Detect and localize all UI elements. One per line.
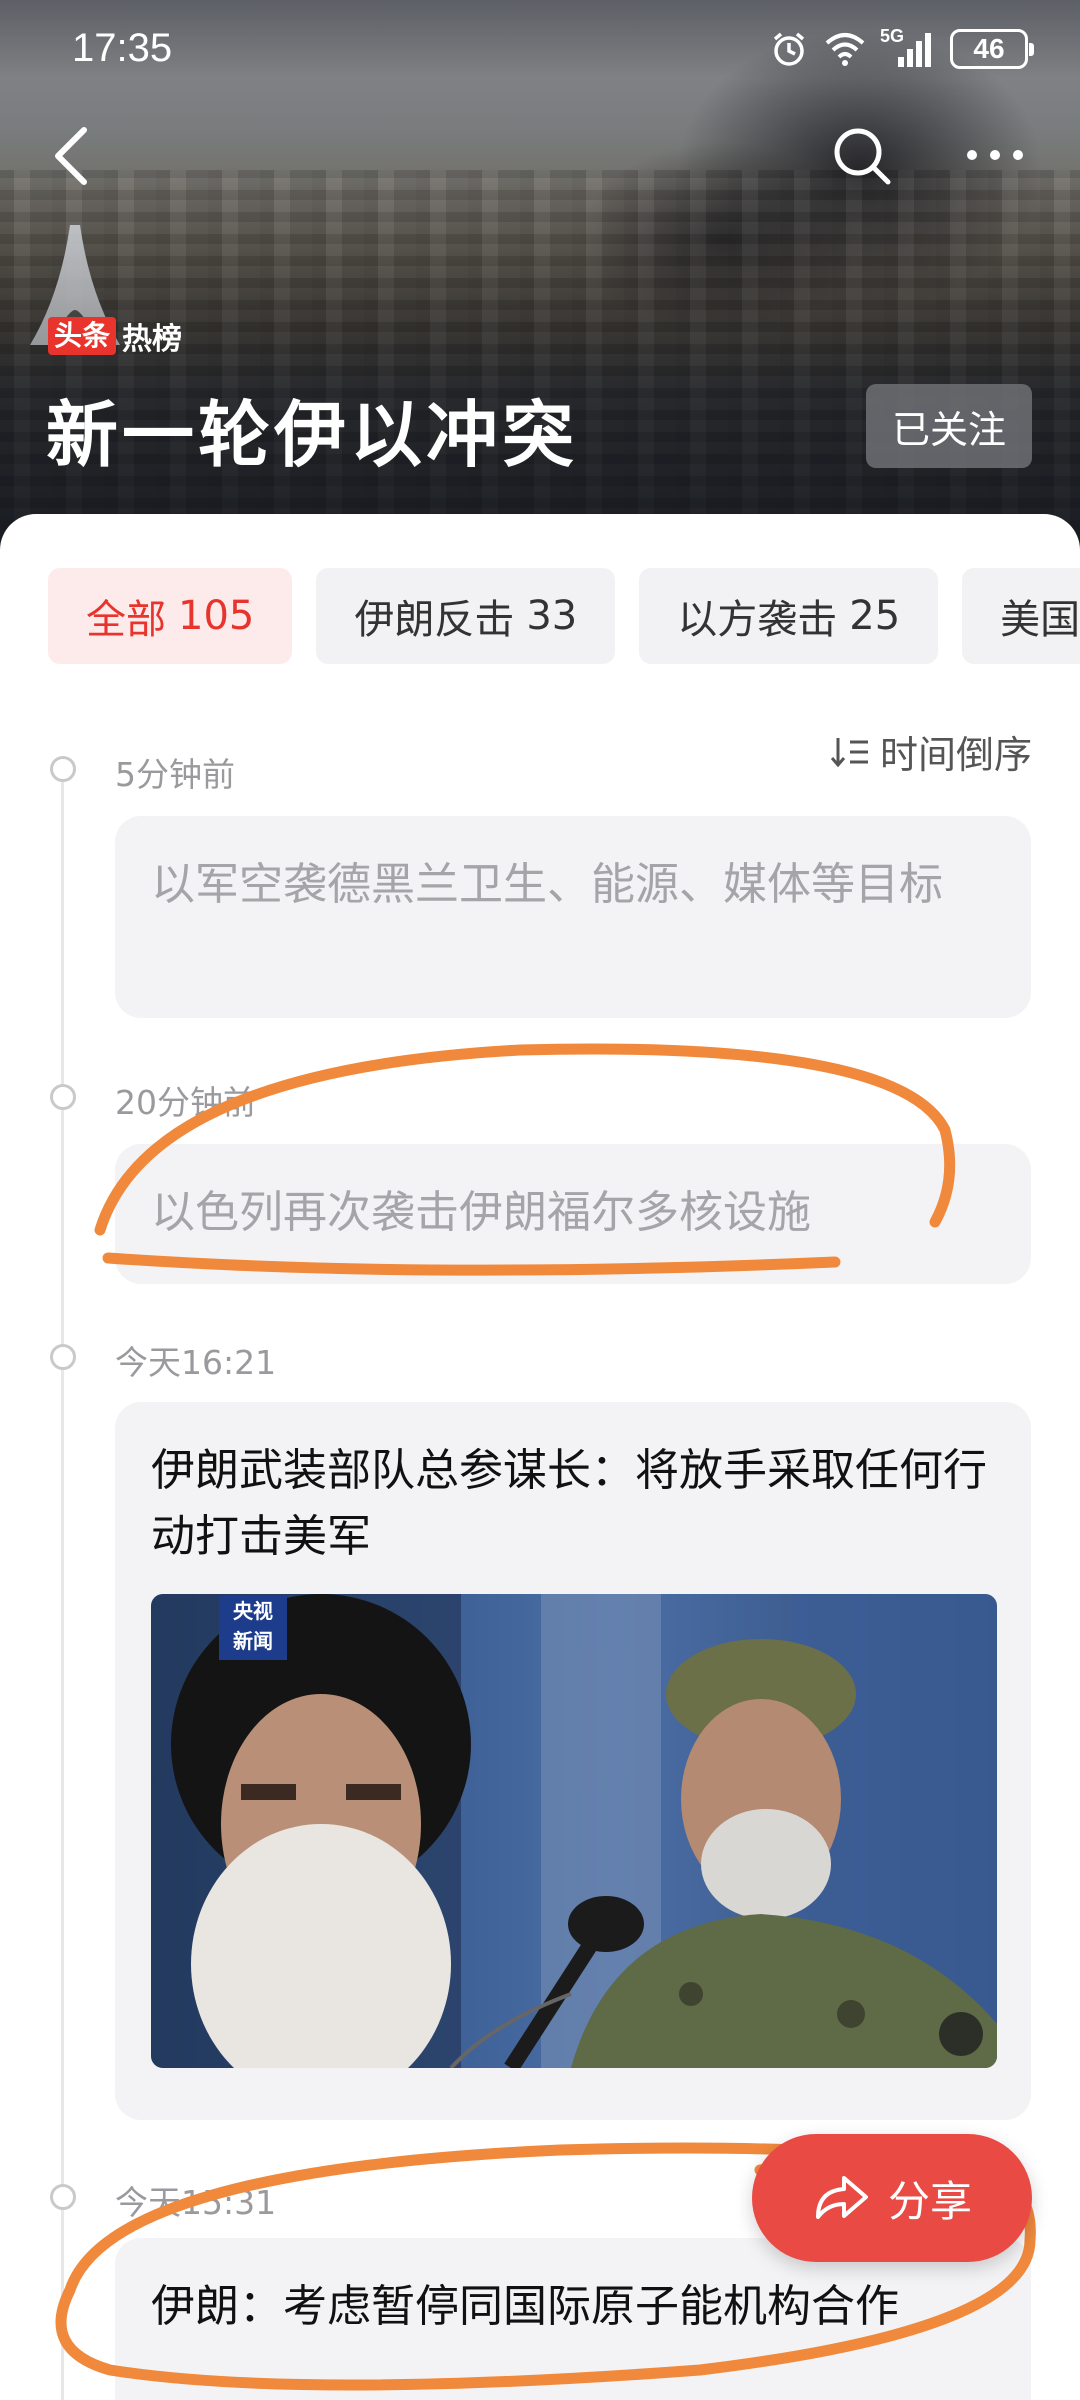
- card-headline: 以色列再次袭击伊朗福尔多核设施: [151, 1187, 811, 1238]
- timeline-time: 5分钟前: [115, 755, 235, 794]
- tab-label: 伊朗反击: [354, 597, 515, 643]
- timeline-node: [50, 756, 76, 782]
- topic-title: 新一轮伊以冲突: [46, 393, 579, 477]
- share-label: 分享: [887, 2176, 972, 2226]
- tab-label: 以方袭击: [677, 597, 838, 643]
- badge-line-2: 新闻: [233, 1629, 273, 1653]
- more-options-button[interactable]: [960, 130, 1030, 180]
- wifi-icon: [824, 28, 866, 70]
- brand-logo-toutiao: 头条: [48, 317, 117, 355]
- cctv-news-badge: 央视 新闻: [219, 1596, 287, 1660]
- timeline-card[interactable]: 以军空袭德黑兰卫生、能源、媒体等目标: [115, 816, 1031, 1018]
- timeline-card[interactable]: 伊朗：考虑暂停同国际原子能机构合作: [115, 2238, 1031, 2400]
- timeline-card[interactable]: 以色列再次袭击伊朗福尔多核设施: [115, 1144, 1031, 1284]
- tab-iran-counterattack[interactable]: 伊朗反击 33: [316, 568, 616, 664]
- chevron-left-icon: [55, 127, 87, 185]
- tab-count: 25: [849, 593, 901, 639]
- timeline-line: [61, 764, 64, 2400]
- more-dots-icon: [967, 150, 1023, 160]
- follow-button[interactable]: 已关注: [866, 384, 1032, 468]
- timeline-time: 今天16:21: [115, 1343, 277, 1382]
- timeline-time: 今天15:31: [115, 2183, 277, 2222]
- timeline-sheet: 全部 105 伊朗反击 33 以方袭击 25 美国 时间倒序 5分钟前 以军空袭…: [0, 514, 1080, 2400]
- sort-label: 时间倒序: [879, 733, 1032, 777]
- status-bar: 17:35 5G 46: [0, 0, 1080, 100]
- hot-list-brand: 头条 热榜: [48, 316, 183, 357]
- share-button[interactable]: 分享: [752, 2134, 1032, 2262]
- timeline-time: 20分钟前: [115, 1083, 256, 1122]
- share-arrow-icon: [815, 2176, 868, 2219]
- tab-count: 33: [526, 593, 578, 639]
- tab-label: 全部: [86, 597, 166, 643]
- tab-count: 105: [178, 593, 255, 639]
- timeline-node: [50, 1084, 76, 1110]
- tab-label: 美国: [1000, 597, 1080, 643]
- brand-logo-rebang: 热榜: [122, 322, 183, 357]
- timeline-card[interactable]: 伊朗武装部队总参谋长：将放手采取任何行动打击美军 央视 新闻: [115, 1402, 1031, 2120]
- sort-descending-icon: [830, 737, 868, 767]
- alarm-icon: [768, 28, 810, 70]
- tab-usa[interactable]: 美国: [962, 568, 1080, 664]
- timeline-node: [50, 1344, 76, 1370]
- category-tabs: 全部 105 伊朗反击 33 以方袭击 25 美国: [48, 568, 1080, 664]
- back-button[interactable]: [44, 120, 104, 190]
- battery-indicator: 46: [950, 29, 1034, 69]
- search-button[interactable]: [830, 124, 894, 188]
- card-headline: 伊朗：考虑暂停同国际原子能机构合作: [151, 2281, 899, 2332]
- status-time: 17:35: [72, 26, 173, 70]
- badge-line-1: 央视: [233, 1599, 273, 1623]
- cellular-signal-icon: 5G: [880, 26, 936, 70]
- tab-israel-strike[interactable]: 以方袭击 25: [639, 568, 939, 664]
- news-photo[interactable]: 央视 新闻: [151, 1594, 997, 2068]
- tab-all[interactable]: 全部 105: [48, 568, 293, 664]
- card-headline: 以军空袭德黑兰卫生、能源、媒体等目标: [151, 859, 943, 910]
- timeline-node: [50, 2184, 76, 2210]
- card-headline: 伊朗武装部队总参谋长：将放手采取任何行动打击美军: [151, 1445, 987, 1562]
- search-icon: [834, 128, 891, 185]
- news-photo-illustration: [151, 1594, 997, 2068]
- sort-toggle[interactable]: 时间倒序: [830, 724, 1032, 779]
- network-type: 5G: [880, 26, 905, 46]
- status-icons: 5G 46: [768, 26, 1034, 72]
